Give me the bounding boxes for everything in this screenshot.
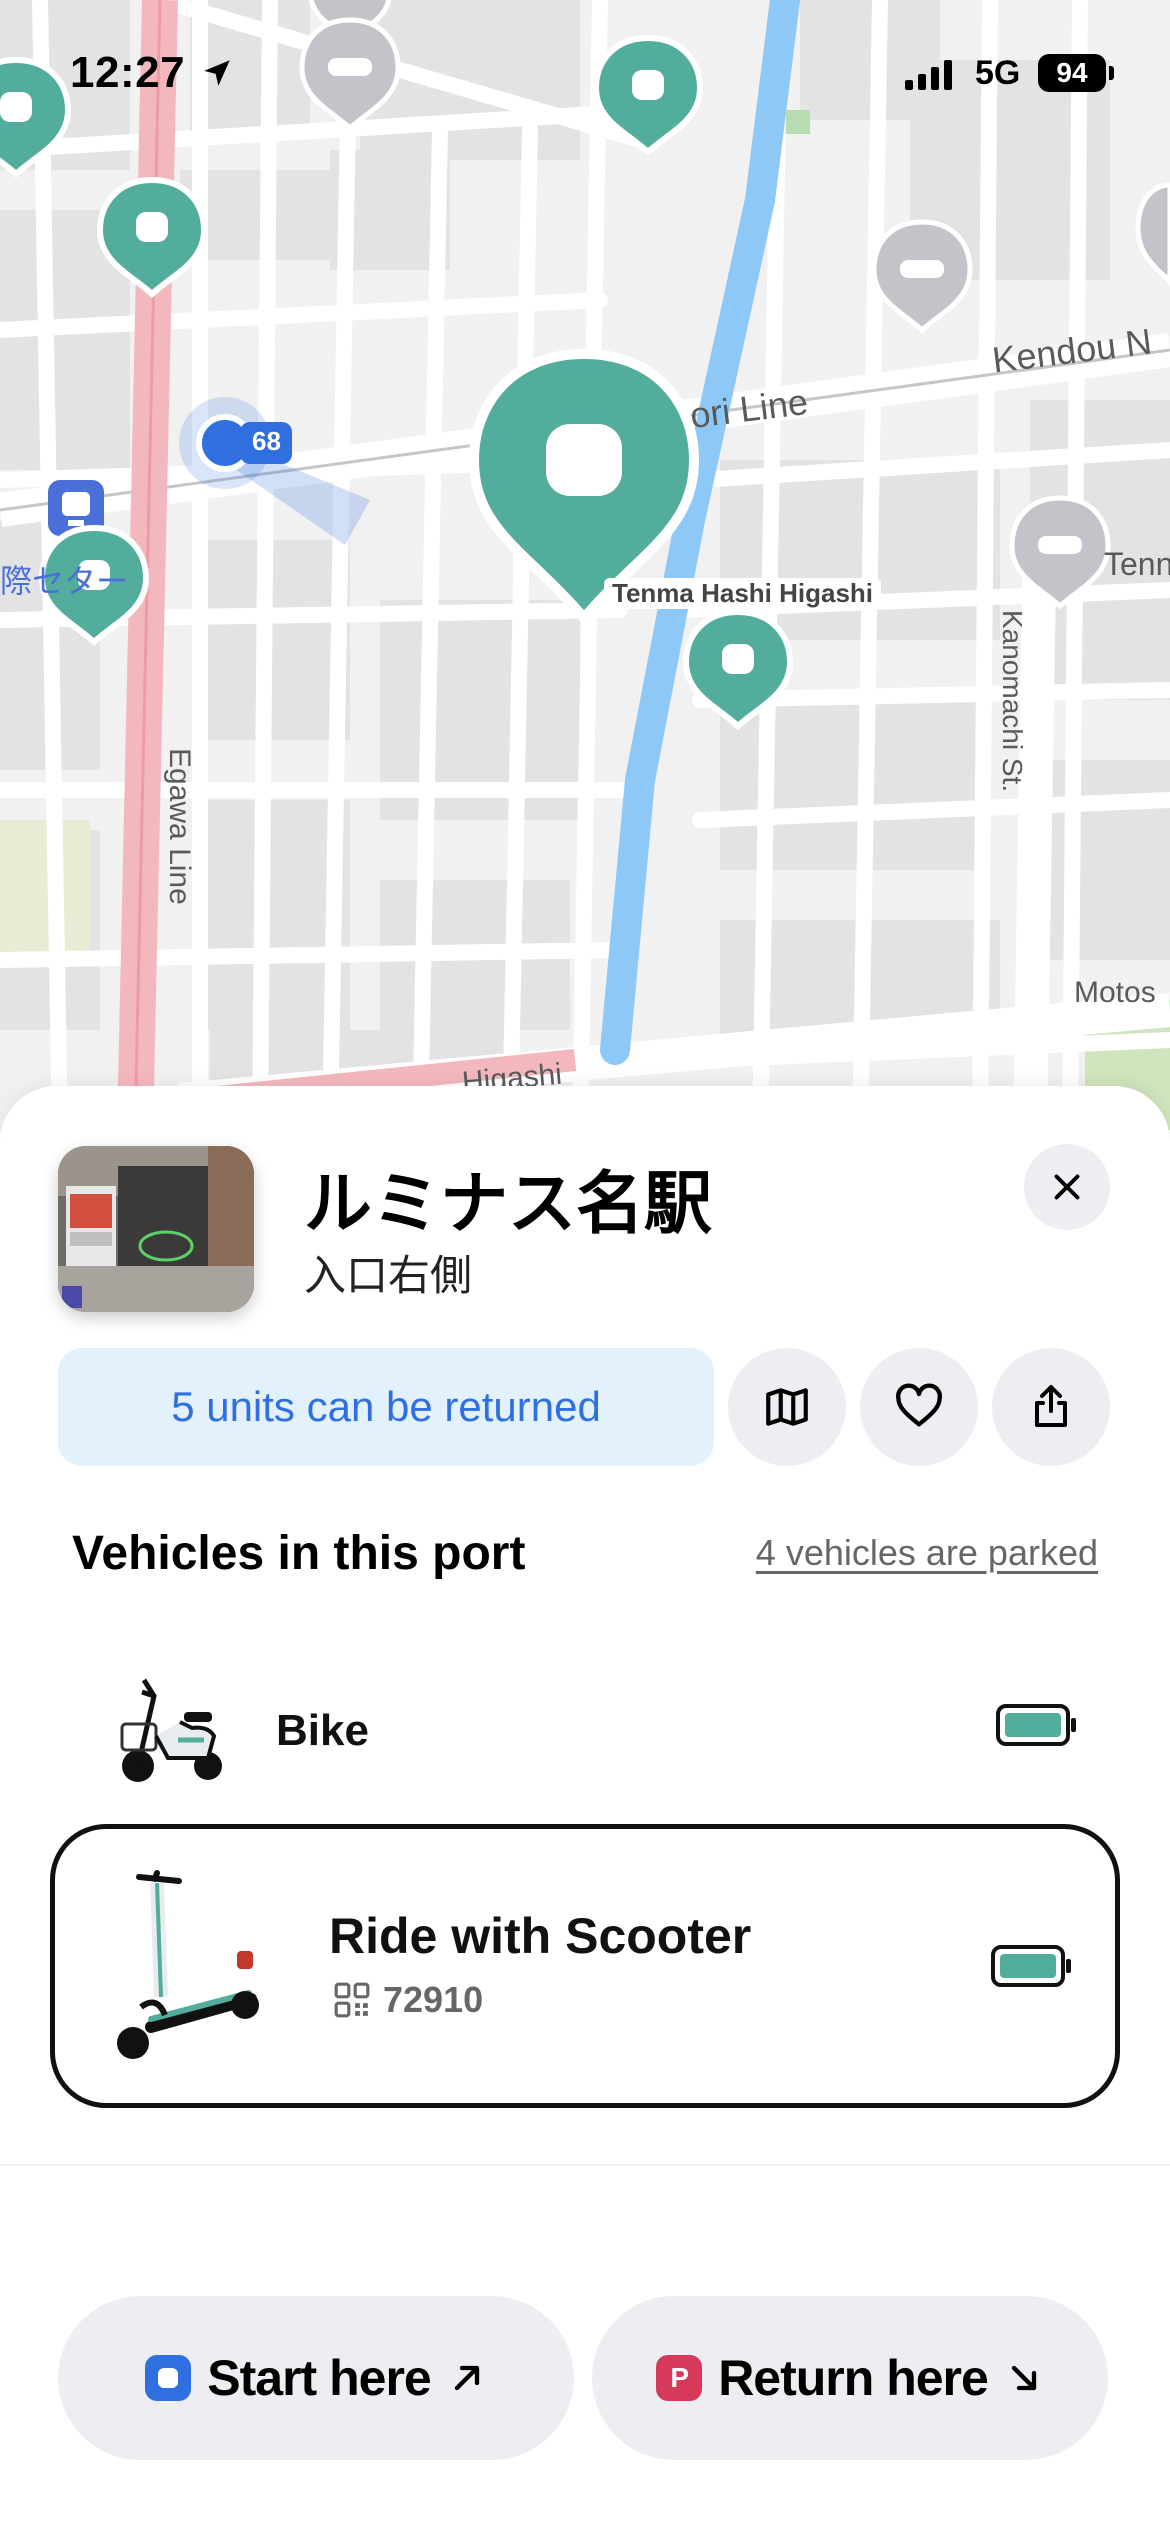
status-time: 12:27 [70,48,186,97]
street-label: Egawa Line [163,748,196,905]
location-arrow-icon [204,60,230,86]
network-type: 5G [975,54,1021,92]
station-label: 際セター [0,563,129,599]
share-button[interactable] [992,1348,1110,1466]
vehicle-item-scooter[interactable]: Ride with Scooter 72910 [50,1824,1120,2108]
parking-badge-text: P [670,2362,689,2393]
vehicle-code: 72910 [333,1979,483,2021]
parked-vehicles-link[interactable]: 4 vehicles are parked [756,1532,1098,1574]
favorite-button[interactable] [860,1348,978,1466]
port-subtitle: 入口右側 [304,1252,473,1299]
port-photo[interactable] [58,1146,254,1312]
port-name: ルミナス名駅 [304,1166,713,1242]
street-label: Motos [1074,976,1156,1009]
vehicle-item-bike[interactable]: Bike [50,1656,1120,1796]
route-number: 68 [252,426,281,456]
battery-indicator: 94 [1038,54,1106,92]
bike-vehicle-icon [120,1678,222,1782]
map-view[interactable]: Kendou N ori Line 68 Tenma Hashi Higashi… [0,0,1170,1130]
app-screen: Kendou N ori Line 68 Tenma Hashi Higashi… [0,0,1170,2532]
vehicle-name: Ride with Scooter [329,1908,752,1964]
map-icon [766,1388,808,1426]
port-pin-gray[interactable] [871,219,973,334]
start-here-button[interactable]: Start here [58,2296,574,2460]
cellular-signal-icon [905,58,952,90]
port-detail-sheet: ルミナス名駅 入口右側 5 units can be returned Vehi… [0,1086,1170,2532]
return-here-button[interactable]: P Return here [592,2296,1108,2460]
section-title: Vehicles in this port [72,1527,526,1580]
parking-badge-icon: P [656,2355,703,2401]
scooter-vehicle-icon [117,1870,259,2059]
battery-full-icon [996,1704,1076,1746]
port-pin-gray[interactable] [1135,182,1170,286]
map-button[interactable] [728,1348,846,1466]
vehicle-name: Bike [276,1706,369,1755]
heart-icon [896,1383,942,1427]
vehicle-code-text: 72910 [383,1979,484,2020]
map-canvas[interactable] [0,0,1170,1130]
close-icon [1054,1174,1080,1200]
battery-full-icon [991,1945,1071,1987]
arrow-up-right-icon [454,2365,479,2391]
start-badge-icon [145,2355,192,2401]
close-button[interactable] [1024,1144,1110,1230]
return-capacity-badge: 5 units can be returned [58,1348,714,1466]
arrow-down-right-icon [1011,2365,1036,2391]
return-here-label: Return here [718,2350,989,2406]
bottom-action-bar: Start here P Return here [0,2164,1170,2532]
battery-percent: 94 [1056,57,1088,88]
street-label: Tenn [1104,546,1170,582]
status-bar: 12:27 5G 94 [0,0,1170,150]
return-capacity-text: 5 units can be returned [171,1383,601,1430]
share-icon [1035,1385,1067,1427]
qr-code-icon [334,1982,370,2018]
street-label: Kanomachi St. [997,610,1028,793]
place-label: Tenma Hashi Higashi [604,578,882,609]
start-here-label: Start here [207,2350,431,2406]
battery-cap [1109,66,1114,80]
